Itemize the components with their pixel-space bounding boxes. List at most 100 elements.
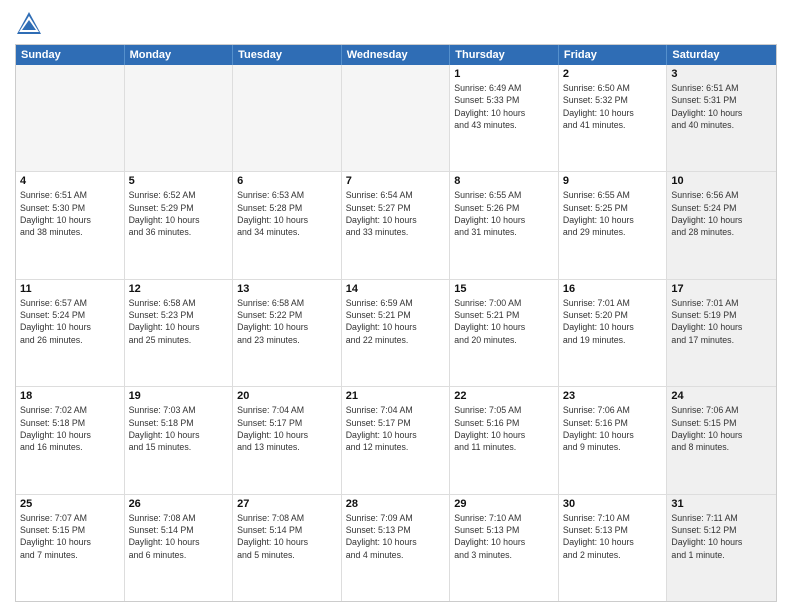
calendar-cell-27: 27 Sunrise: 7:08 AM Sunset: 5:14 PM Dayli… [233,495,342,601]
day-info: Sunrise: 7:06 AM Sunset: 5:16 PM Dayligh… [563,404,663,453]
calendar-cell-11: 11Sunrise: 6:57 AM Sunset: 5:24 PM Dayli… [16,280,125,386]
weekday-header-friday: Friday [559,45,668,65]
day-number: 3 [671,68,772,80]
day-number: 11 [20,283,120,295]
day-info: Sunrise: 7:09 AM Sunset: 5:13 PM Dayligh… [346,512,446,561]
calendar-week-2: 4 Sunrise: 6:51 AM Sunset: 5:30 PM Daylig… [16,172,776,279]
day-info: Sunrise: 6:49 AM Sunset: 5:33 PM Dayligh… [454,82,554,131]
day-info: Sunrise: 7:11 AM Sunset: 5:12 PM Dayligh… [671,512,772,561]
day-number: 22 [454,390,554,402]
day-number: 21 [346,390,446,402]
calendar-cell-7: 7 Sunrise: 6:54 AM Sunset: 5:27 PM Daylig… [342,172,451,278]
day-info: Sunrise: 7:03 AM Sunset: 5:18 PM Dayligh… [129,404,229,453]
day-info: Sunrise: 7:00 AM Sunset: 5:21 PM Dayligh… [454,297,554,346]
day-info: Sunrise: 6:51 AM Sunset: 5:30 PM Dayligh… [20,189,120,238]
day-info: Sunrise: 6:58 AM Sunset: 5:22 PM Dayligh… [237,297,337,346]
day-info: Sunrise: 7:06 AM Sunset: 5:15 PM Dayligh… [671,404,772,453]
calendar-cell-24: 24 Sunrise: 7:06 AM Sunset: 5:15 PM Dayli… [667,387,776,493]
weekday-header-thursday: Thursday [450,45,559,65]
day-number: 25 [20,498,120,510]
day-number: 6 [237,175,337,187]
day-number: 27 [237,498,337,510]
day-number: 30 [563,498,663,510]
calendar-week-4: 18 Sunrise: 7:02 AM Sunset: 5:18 PM Dayli… [16,387,776,494]
day-info: Sunrise: 6:58 AM Sunset: 5:23 PM Dayligh… [129,297,229,346]
day-info: Sunrise: 7:08 AM Sunset: 5:14 PM Dayligh… [237,512,337,561]
weekday-header-tuesday: Tuesday [233,45,342,65]
calendar-header: SundayMondayTuesdayWednesdayThursdayFrid… [16,45,776,65]
calendar-cell-13: 13 Sunrise: 6:58 AM Sunset: 5:22 PM Dayli… [233,280,342,386]
day-number: 1 [454,68,554,80]
day-info: Sunrise: 6:54 AM Sunset: 5:27 PM Dayligh… [346,189,446,238]
day-info: Sunrise: 6:51 AM Sunset: 5:31 PM Dayligh… [671,82,772,131]
calendar-cell-18: 18 Sunrise: 7:02 AM Sunset: 5:18 PM Dayli… [16,387,125,493]
day-info: Sunrise: 6:50 AM Sunset: 5:32 PM Dayligh… [563,82,663,131]
calendar-cell-25: 25Sunrise: 7:07 AM Sunset: 5:15 PM Dayli… [16,495,125,601]
day-number: 8 [454,175,554,187]
weekday-header-saturday: Saturday [667,45,776,65]
day-number: 14 [346,283,446,295]
day-number: 29 [454,498,554,510]
day-info: Sunrise: 6:55 AM Sunset: 5:26 PM Dayligh… [454,189,554,238]
header [15,10,777,38]
day-info: Sunrise: 7:04 AM Sunset: 5:17 PM Dayligh… [346,404,446,453]
day-info: Sunrise: 7:10 AM Sunset: 5:13 PM Dayligh… [454,512,554,561]
calendar-cell-8: 8 Sunrise: 6:55 AM Sunset: 5:26 PM Daylig… [450,172,559,278]
calendar-week-1: 1 Sunrise: 6:49 AM Sunset: 5:33 PM Daylig… [16,65,776,172]
calendar-cell-23: 23 Sunrise: 7:06 AM Sunset: 5:16 PM Dayli… [559,387,668,493]
calendar-cell-26: 26 Sunrise: 7:08 AM Sunset: 5:14 PM Dayli… [125,495,234,601]
day-info: Sunrise: 6:52 AM Sunset: 5:29 PM Dayligh… [129,189,229,238]
calendar-cell-20: 20Sunrise: 7:04 AM Sunset: 5:17 PM Dayli… [233,387,342,493]
calendar-cell-12: 12Sunrise: 6:58 AM Sunset: 5:23 PM Dayli… [125,280,234,386]
day-number: 9 [563,175,663,187]
calendar-cell-16: 16Sunrise: 7:01 AM Sunset: 5:20 PM Dayli… [559,280,668,386]
calendar-cell-15: 15Sunrise: 7:00 AM Sunset: 5:21 PM Dayli… [450,280,559,386]
calendar: SundayMondayTuesdayWednesdayThursdayFrid… [15,44,777,602]
day-info: Sunrise: 7:05 AM Sunset: 5:16 PM Dayligh… [454,404,554,453]
calendar-week-5: 25Sunrise: 7:07 AM Sunset: 5:15 PM Dayli… [16,495,776,601]
calendar-cell-30: 30 Sunrise: 7:10 AM Sunset: 5:13 PM Dayli… [559,495,668,601]
calendar-cell-empty-0 [16,65,125,171]
logo [15,10,47,38]
calendar-cell-21: 21 Sunrise: 7:04 AM Sunset: 5:17 PM Dayli… [342,387,451,493]
calendar-cell-6: 6 Sunrise: 6:53 AM Sunset: 5:28 PM Daylig… [233,172,342,278]
day-info: Sunrise: 6:53 AM Sunset: 5:28 PM Dayligh… [237,189,337,238]
day-info: Sunrise: 6:55 AM Sunset: 5:25 PM Dayligh… [563,189,663,238]
day-number: 16 [563,283,663,295]
calendar-cell-22: 22 Sunrise: 7:05 AM Sunset: 5:16 PM Dayli… [450,387,559,493]
logo-icon [15,10,43,38]
calendar-cell-10: 10Sunrise: 6:56 AM Sunset: 5:24 PM Dayli… [667,172,776,278]
day-number: 17 [671,283,772,295]
day-number: 28 [346,498,446,510]
day-number: 24 [671,390,772,402]
day-number: 13 [237,283,337,295]
calendar-cell-4: 4 Sunrise: 6:51 AM Sunset: 5:30 PM Daylig… [16,172,125,278]
calendar-cell-28: 28 Sunrise: 7:09 AM Sunset: 5:13 PM Dayli… [342,495,451,601]
day-number: 23 [563,390,663,402]
calendar-cell-empty-3 [342,65,451,171]
day-info: Sunrise: 7:10 AM Sunset: 5:13 PM Dayligh… [563,512,663,561]
day-number: 18 [20,390,120,402]
calendar-cell-5: 5 Sunrise: 6:52 AM Sunset: 5:29 PM Daylig… [125,172,234,278]
day-info: Sunrise: 7:08 AM Sunset: 5:14 PM Dayligh… [129,512,229,561]
day-number: 7 [346,175,446,187]
day-number: 10 [671,175,772,187]
calendar-cell-empty-2 [233,65,342,171]
day-info: Sunrise: 7:01 AM Sunset: 5:19 PM Dayligh… [671,297,772,346]
day-info: Sunrise: 7:02 AM Sunset: 5:18 PM Dayligh… [20,404,120,453]
day-number: 4 [20,175,120,187]
calendar-cell-14: 14Sunrise: 6:59 AM Sunset: 5:21 PM Dayli… [342,280,451,386]
calendar-cell-2: 2 Sunrise: 6:50 AM Sunset: 5:32 PM Daylig… [559,65,668,171]
weekday-header-sunday: Sunday [16,45,125,65]
day-number: 5 [129,175,229,187]
calendar-cell-19: 19Sunrise: 7:03 AM Sunset: 5:18 PM Dayli… [125,387,234,493]
day-number: 2 [563,68,663,80]
calendar-cell-31: 31 Sunrise: 7:11 AM Sunset: 5:12 PM Dayli… [667,495,776,601]
calendar-cell-1: 1 Sunrise: 6:49 AM Sunset: 5:33 PM Daylig… [450,65,559,171]
weekday-header-wednesday: Wednesday [342,45,451,65]
day-number: 31 [671,498,772,510]
calendar-cell-9: 9 Sunrise: 6:55 AM Sunset: 5:25 PM Daylig… [559,172,668,278]
day-number: 26 [129,498,229,510]
page: SundayMondayTuesdayWednesdayThursdayFrid… [0,0,792,612]
calendar-cell-3: 3 Sunrise: 6:51 AM Sunset: 5:31 PM Daylig… [667,65,776,171]
